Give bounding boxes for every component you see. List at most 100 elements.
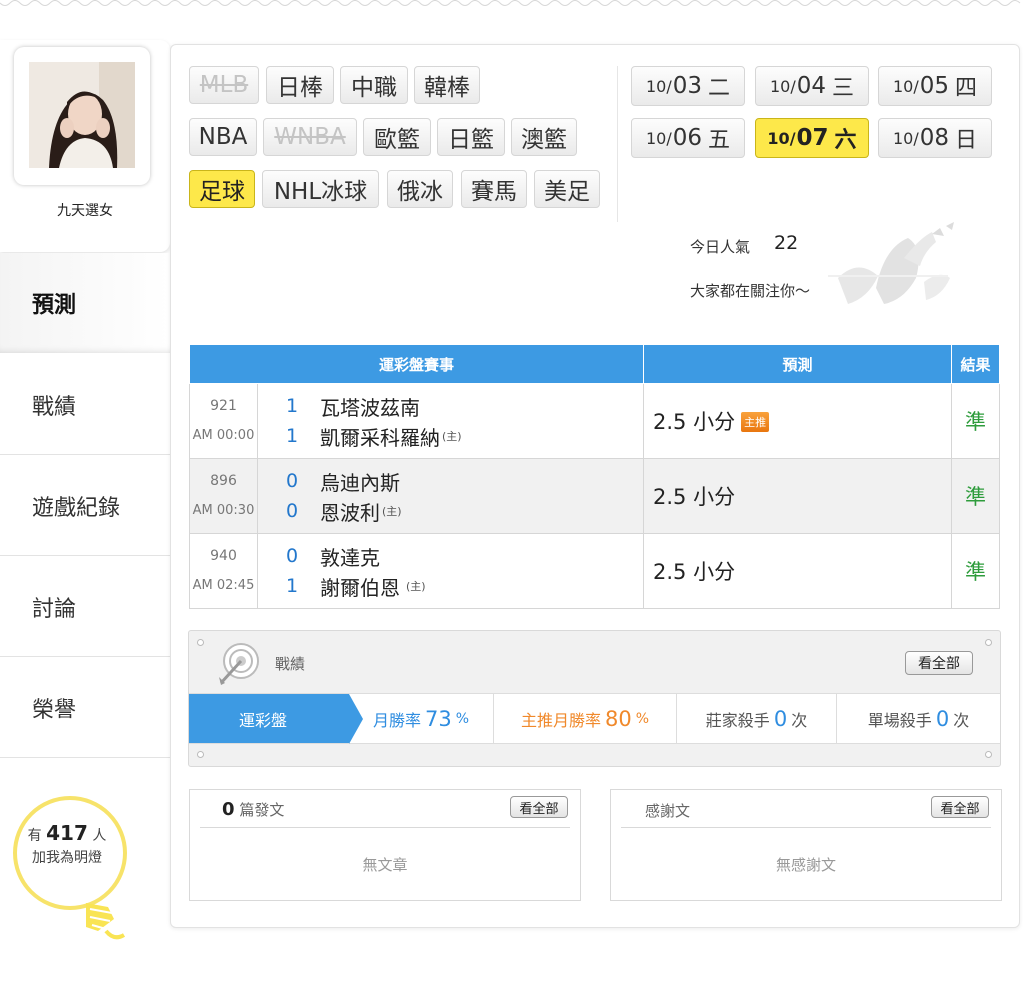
sport-euro-basketball[interactable]: 歐籃: [363, 118, 431, 156]
popularity-subtitle: 大家都在關注你～: [690, 282, 811, 300]
prediction-cell: 2.5 小分 主推: [643, 383, 952, 459]
stats-tab-lottery[interactable]: 運彩盤: [189, 694, 363, 744]
table-row: 940 AM 02:45 0 敦達克 1 謝爾伯恩 (主) 2.5 小分 準: [189, 533, 1000, 609]
prediction-value: 2.5 小分: [653, 410, 736, 434]
posts-view-all-button[interactable]: 看全部: [510, 796, 568, 818]
monthly-win-rate-unit: %: [455, 710, 470, 727]
rivet-decoration: [197, 751, 204, 758]
dealer-killer: 莊家殺手 0 次: [676, 694, 836, 743]
game-teams: 0 敦達克 1 謝爾伯恩 (主): [257, 533, 644, 609]
prediction-cell: 2.5 小分: [643, 533, 952, 609]
fans-text: 有 417 人 加我為明燈: [12, 822, 122, 869]
thanks-header: 感謝文 看全部: [621, 790, 991, 828]
home-team: 恩波利: [320, 500, 380, 525]
sport-wnba[interactable]: WNBA: [263, 118, 357, 156]
date-month: 10/: [769, 76, 796, 96]
avatar[interactable]: [29, 62, 135, 168]
date-10-05[interactable]: 10/05 四: [878, 66, 992, 106]
nav-item-record[interactable]: 戰績: [0, 355, 170, 455]
single-game-killer-unit: 次: [953, 710, 970, 730]
away-team: 烏迪內斯: [320, 470, 400, 495]
stats-row: 運彩盤 月勝率 73 % 主推月勝率 80 % 莊家殺手 0 次 單場殺手 0 …: [189, 693, 1000, 744]
nav-item-game-history[interactable]: 遊戲紀錄: [0, 456, 170, 556]
avatar-frame[interactable]: [14, 47, 150, 185]
date-day: 03: [672, 73, 702, 99]
sport-japan-basketball[interactable]: 日籃: [437, 118, 505, 156]
main-pick-badge: 主推: [741, 412, 770, 432]
rivet-decoration: [197, 639, 204, 646]
sport-npb[interactable]: 日棒: [266, 66, 334, 104]
result-cell: 準: [951, 533, 1000, 609]
home-score: 1: [286, 575, 299, 597]
game-info: 921 AM 00:00: [189, 383, 258, 459]
monthly-win-rate-value: 73: [424, 706, 452, 731]
thanks-title: 感謝文: [645, 802, 691, 820]
date-10-03[interactable]: 10/03 二: [631, 66, 745, 106]
record-view-all-button[interactable]: 看全部: [905, 651, 973, 675]
date-10-08[interactable]: 10/08 日: [878, 118, 992, 158]
date-10-07[interactable]: 10/07 六: [755, 118, 869, 158]
sport-horse-racing[interactable]: 賽馬: [461, 170, 527, 208]
home-score: 1: [286, 425, 299, 447]
thanks-empty-text: 無感謝文: [775, 856, 836, 874]
game-time: AM 00:30: [192, 503, 255, 518]
prediction-value: 2.5 小分: [653, 560, 736, 584]
home-team: 謝爾伯恩: [320, 575, 400, 600]
home-score: 0: [286, 500, 299, 522]
date-day: 08: [919, 125, 949, 151]
sport-mlb[interactable]: MLB: [189, 66, 259, 104]
thanks-view-all-button[interactable]: 看全部: [931, 796, 989, 818]
rivet-decoration: [985, 639, 992, 646]
nav-item-honor[interactable]: 榮譽: [0, 658, 170, 758]
posts-title: 0 篇發文: [222, 799, 284, 820]
sport-nba[interactable]: NBA: [189, 118, 257, 156]
sport-american-football[interactable]: 美足: [534, 170, 600, 208]
date-month: 10/: [645, 128, 672, 148]
date-day: 06: [672, 125, 702, 151]
date-month: 10/: [892, 76, 919, 96]
popularity-label: 今日人氣: [690, 238, 751, 256]
sport-khl[interactable]: 俄冰: [387, 170, 453, 208]
posts-header: 0 篇發文 看全部: [200, 790, 570, 828]
fans-line2: 加我為明燈: [32, 850, 102, 866]
away-score: 0: [286, 545, 299, 567]
posts-count: 0: [222, 799, 235, 820]
date-weekday: 二: [708, 76, 731, 101]
record-box: 戰績 看全部 運彩盤 月勝率 73 % 主推月勝率 80 % 莊家殺手 0 次 …: [188, 630, 1001, 767]
thanks-box: 感謝文 看全部 無感謝文: [610, 789, 1002, 901]
home-mark: (主): [442, 430, 462, 443]
prediction-cell: 2.5 小分: [643, 458, 952, 534]
header-prediction: 預測: [643, 344, 952, 384]
date-10-06[interactable]: 10/06 五: [631, 118, 745, 158]
monthly-win-rate-label: 月勝率: [372, 710, 421, 730]
result-cell: 準: [951, 458, 1000, 534]
table-row: 921 AM 00:00 1 瓦塔波茲南 1 凱爾采科羅納 (主) 2.5 小分 主推 …: [189, 383, 1000, 459]
prediction-value: 2.5 小分: [653, 485, 736, 509]
dealer-killer-value: 0: [773, 706, 788, 731]
date-weekday: 五: [708, 128, 731, 153]
sport-soccer[interactable]: 足球: [189, 170, 255, 208]
date-10-04[interactable]: 10/04 三: [755, 66, 869, 106]
game-number: 921: [210, 398, 237, 414]
sport-kbo[interactable]: 韓棒: [414, 66, 480, 104]
record-title: 戰績: [275, 655, 306, 673]
single-game-killer-label: 單場殺手: [867, 710, 932, 730]
single-game-killer-value: 0: [935, 706, 950, 731]
game-info: 896 AM 00:30: [189, 458, 258, 534]
sport-australia-basketball[interactable]: 澳籃: [511, 118, 577, 156]
date-month: 10/: [892, 128, 919, 148]
sport-nhl[interactable]: NHL冰球: [262, 170, 379, 208]
fans-suffix: 人: [92, 828, 107, 844]
profile-card: 九天選女: [0, 40, 170, 252]
home-mark: (主): [406, 580, 426, 593]
fans-count: 417: [46, 821, 88, 845]
away-team: 敦達克: [320, 545, 380, 570]
sport-cpbl[interactable]: 中職: [340, 66, 408, 104]
date-weekday: 六: [834, 128, 857, 153]
nav-item-discussion[interactable]: 討論: [0, 557, 170, 657]
lightbulb-icon[interactable]: [10, 795, 135, 943]
fans-prefix: 有: [27, 828, 42, 844]
nav-item-predict[interactable]: 預測: [0, 253, 170, 353]
date-day: 04: [796, 73, 826, 99]
table-row: 896 AM 00:30 0 烏迪內斯 0 恩波利 (主) 2.5 小分 準: [189, 458, 1000, 534]
